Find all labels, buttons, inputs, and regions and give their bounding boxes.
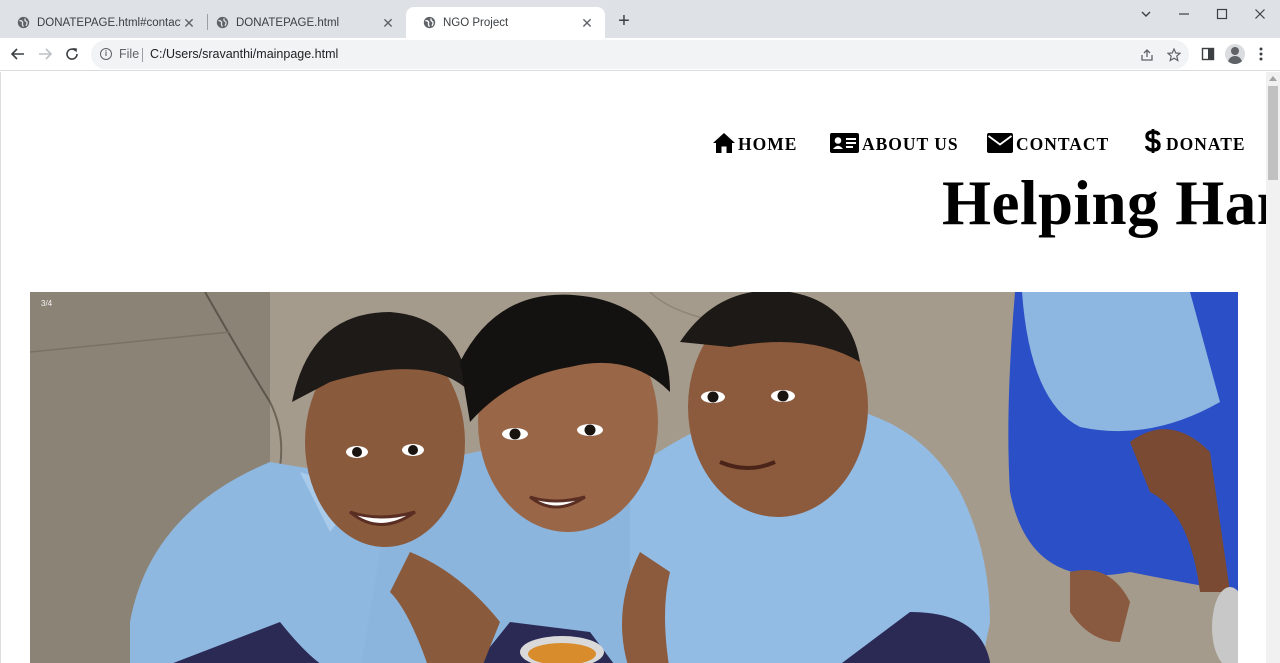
- children-photo: [30, 292, 1238, 663]
- tab-search-chevron-icon[interactable]: [1134, 4, 1158, 24]
- nav-home[interactable]: HOME: [712, 128, 797, 154]
- address-bar[interactable]: i File C:/Users/sravanthi/mainpage.html: [91, 40, 1189, 69]
- tab-close-icon[interactable]: ✕: [181, 15, 197, 31]
- maximize-button[interactable]: [1210, 4, 1234, 24]
- main-nav: HOME ABOUT US CONTACT DONATE: [1, 128, 1266, 156]
- tab-strip: DONATEPAGE.html#contact ✕ DONATEPAGE.htm…: [0, 0, 1280, 38]
- tab-donatepage[interactable]: DONATEPAGE.html ✕: [199, 7, 406, 38]
- page-viewport: HOME ABOUT US CONTACT DONATE Helping Han…: [0, 72, 1266, 663]
- nav-donate-label: DONATE: [1166, 134, 1246, 154]
- forward-arrow-icon[interactable]: [33, 43, 57, 65]
- nav-donate[interactable]: DONATE: [1142, 128, 1246, 154]
- dollar-icon: [1144, 129, 1161, 153]
- globe-icon: [17, 16, 30, 29]
- tab-donatepage-contact[interactable]: DONATEPAGE.html#contact ✕: [0, 7, 207, 38]
- nav-contact[interactable]: CONTACT: [987, 128, 1109, 154]
- side-panel-icon[interactable]: [1197, 43, 1219, 65]
- scroll-thumb[interactable]: [1268, 86, 1278, 180]
- new-tab-button[interactable]: +: [612, 10, 636, 34]
- vertical-scrollbar[interactable]: [1266, 72, 1280, 663]
- tab-close-icon[interactable]: ✕: [380, 15, 396, 31]
- bookmark-star-icon[interactable]: [1165, 46, 1183, 64]
- url-text[interactable]: C:/Users/sravanthi/mainpage.html: [150, 47, 338, 61]
- reload-icon[interactable]: [60, 43, 84, 65]
- info-icon[interactable]: i: [100, 48, 112, 60]
- slideshow-image[interactable]: 3/4: [30, 292, 1238, 663]
- close-window-button[interactable]: [1248, 4, 1272, 24]
- browser-toolbar: i File C:/Users/sravanthi/mainpage.html: [0, 38, 1280, 71]
- id-card-icon: [830, 133, 859, 153]
- more-menu-icon[interactable]: [1250, 43, 1272, 65]
- envelope-icon: [987, 133, 1013, 153]
- nav-home-label: HOME: [738, 134, 798, 154]
- tab-title: DONATEPAGE.html#contact: [37, 16, 181, 29]
- share-icon[interactable]: [1138, 46, 1156, 64]
- scroll-up-arrow-icon[interactable]: [1269, 76, 1277, 81]
- tab-close-icon[interactable]: ✕: [579, 15, 595, 31]
- slide-counter: 3/4: [41, 299, 53, 308]
- address-divider: [142, 48, 143, 62]
- home-icon: [713, 133, 735, 153]
- nav-about-us[interactable]: ABOUT US: [830, 128, 959, 154]
- nav-contact-label: CONTACT: [1016, 134, 1110, 154]
- profile-avatar-icon[interactable]: [1225, 44, 1245, 64]
- back-arrow-icon[interactable]: [6, 43, 30, 65]
- globe-icon: [216, 16, 229, 29]
- scheme-label: File: [119, 47, 140, 61]
- hero-title: Helping Hands: [942, 168, 1266, 238]
- globe-icon: [423, 16, 436, 29]
- tab-ngo-project[interactable]: NGO Project ✕: [406, 7, 605, 38]
- tab-title: DONATEPAGE.html: [236, 16, 340, 29]
- minimize-button[interactable]: [1172, 4, 1196, 24]
- nav-about-us-label: ABOUT US: [862, 134, 959, 154]
- tab-title: NGO Project: [443, 16, 509, 29]
